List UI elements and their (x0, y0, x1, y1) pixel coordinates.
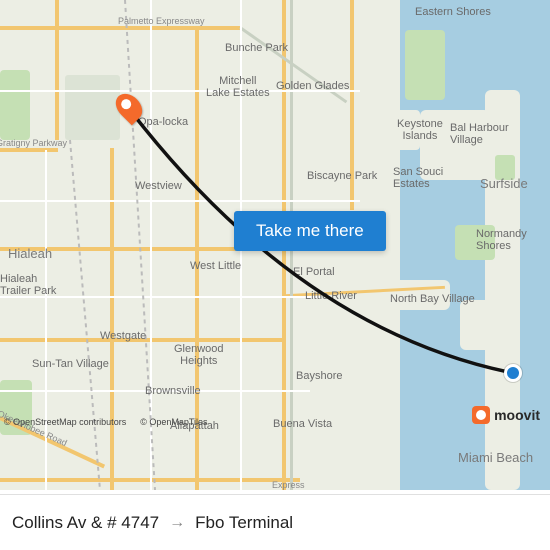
map-canvas[interactable]: Palmetto Expressway Bunche Park Eastern … (0, 0, 550, 490)
osm-attribution[interactable]: © OpenStreetMap contributors (4, 417, 126, 427)
map-attribution: © OpenStreetMap contributors © OpenMapTi… (4, 417, 208, 427)
moovit-logo-icon (472, 406, 490, 424)
moovit-brand-text: moovit (494, 407, 540, 423)
omt-attribution[interactable]: © OpenMapTiles (140, 417, 207, 427)
arrow-icon: → (169, 514, 185, 532)
origin-marker[interactable] (504, 364, 522, 382)
moovit-badge[interactable]: moovit (472, 406, 540, 424)
destination-label: Fbo Terminal (195, 513, 293, 533)
origin-label: Collins Av & # 4747 (12, 513, 159, 533)
take-me-there-button[interactable]: Take me there (234, 211, 386, 251)
route-footer: Collins Av & # 4747 → Fbo Terminal (0, 494, 550, 550)
